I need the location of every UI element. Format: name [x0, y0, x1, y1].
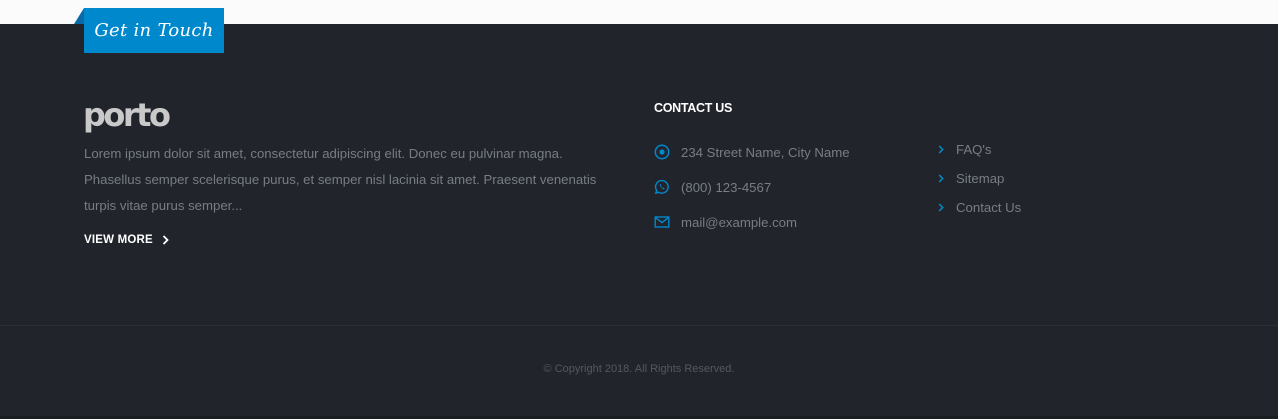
contact-item-email: mail@example.com [654, 212, 797, 232]
contact-item-phone: (800) 123-4567 [654, 177, 771, 197]
view-more-label: VIEW MORE [84, 234, 153, 246]
footer-link-faq[interactable]: FAQ's [938, 135, 1021, 164]
ribbon-fold [74, 8, 84, 24]
footer-link-contact-us-label[interactable]: Contact Us [956, 200, 1021, 215]
contact-address: 234 Street Name, City Name [681, 144, 850, 160]
chevron-right-icon [162, 235, 169, 245]
footer-links: FAQ's Sitemap Contact Us [938, 135, 1021, 222]
about-text: Lorem ipsum dolor sit amet, consectetur … [84, 146, 597, 213]
chevron-right-icon [938, 145, 944, 154]
contact-email[interactable]: mail@example.com [681, 215, 797, 230]
footer-link-faq-label[interactable]: FAQ's [956, 142, 992, 157]
footer-link-sitemap[interactable]: Sitemap [938, 164, 1021, 193]
get-in-touch-ribbon: Get in Touch [84, 8, 224, 53]
location-icon [654, 144, 670, 160]
porto-logo[interactable]: porto [83, 95, 171, 135]
contact-us-heading: CONTACT US [654, 101, 733, 115]
footer-divider [0, 325, 1278, 326]
view-more-link[interactable]: VIEW MORE [84, 231, 169, 249]
footer-link-sitemap-label[interactable]: Sitemap [956, 171, 1004, 186]
contact-phone[interactable]: (800) 123-4567 [681, 180, 771, 195]
chevron-right-icon [938, 174, 944, 183]
footer-link-contact-us[interactable]: Contact Us [938, 193, 1021, 222]
footer [0, 24, 1278, 419]
contact-item-address: 234 Street Name, City Name [654, 142, 850, 162]
chevron-right-icon [938, 203, 944, 212]
envelope-icon [654, 214, 670, 230]
whatsapp-icon [654, 179, 670, 195]
copyright-text: © Copyright 2018. All Rights Reserved. [543, 363, 735, 375]
